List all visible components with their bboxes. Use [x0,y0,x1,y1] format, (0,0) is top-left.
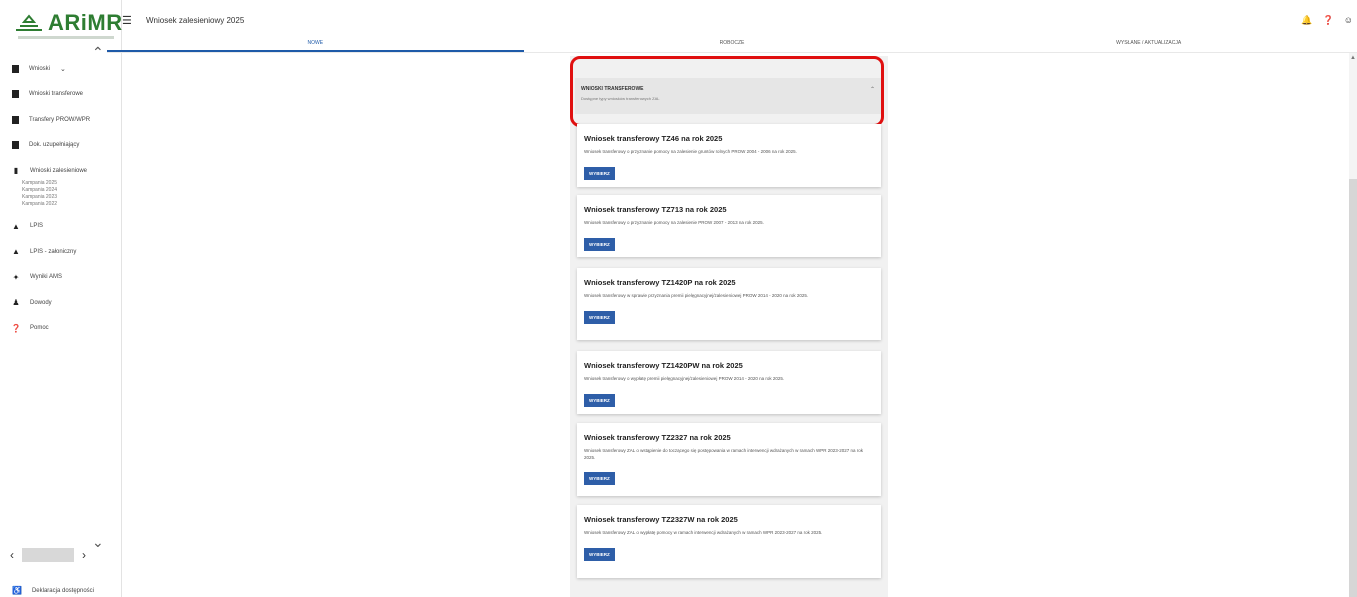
sidebar-item-label: Wnioski [29,65,51,72]
sidebar-item-transfery[interactable]: Transfery PROW/WPR [0,107,122,133]
tree-icon: ▮ [13,166,19,176]
mountain-icon: ▲ [12,247,20,257]
sidebar-item-label: Dok. uzupełniający [29,142,80,149]
sidebar: ARiMR ⌃ Wnioski ⌄ Wnioski transferowe Tr… [0,0,122,597]
menu-icon[interactable]: ☰ [122,14,132,27]
select-button[interactable]: WYBIERZ [584,237,615,251]
accessibility-icon: ♿ [12,586,22,595]
user-icon[interactable]: ☺ [1344,15,1353,26]
chevron-left-icon[interactable]: ‹ [4,548,20,562]
sidebar-item-dowody[interactable]: ♟ Dowody [0,290,122,316]
chevron-down-icon: ⌄ [60,65,66,73]
card-description: Wniosek transferowy o wypłatę premii pie… [584,376,785,381]
vertical-scrollbar[interactable]: ▲ [1349,53,1357,597]
page-title: Wniosek zalesieniowy 2025 [146,16,245,25]
folder-icon [12,64,19,73]
card-description: Wniosek transferowy o przyznanie pomocy … [584,220,764,225]
chevron-up-icon[interactable]: ▲ [1350,55,1356,61]
person-icon: ♟ [12,298,20,308]
sidebar-item-pomoc[interactable]: ❓ Pomoc [0,316,122,342]
card-description: Wniosek transferowy o przyznanie pomocy … [584,149,797,154]
tab-nowe[interactable]: NOWE [107,36,524,52]
select-button[interactable]: WYBIERZ [584,472,615,485]
campaign-list: Kampania 2025 Kampania 2024 Kampania 202… [0,180,122,208]
logo-text: ARiMR [48,10,123,35]
application-card: Wniosek transferowy TZ2327 na rok 2025 W… [577,423,881,496]
help-icon: ❓ [11,323,21,333]
card-description: Wniosek transferowy w sprawie przyznania… [584,293,809,298]
application-card: Wniosek transferowy TZ2327W na rok 2025 … [577,505,881,578]
mountain-icon: ▲ [12,221,20,231]
card-title: Wniosek transferowy TZ46 na rok 2025 [584,134,723,143]
sidebar-item-label: Transfery PROW/WPR [29,116,91,123]
sidebar-item-lpis[interactable]: ▲ LPIS [0,214,122,240]
campaign-item[interactable]: Kampania 2022 [22,201,122,208]
folder-icon [12,141,19,150]
tabs: NOWE ROBOCZE WYSŁANE / AKTUALIZACJA [107,36,1357,52]
sidebar-nav: Wnioski ⌄ Wnioski transferowe Transfery … [0,56,122,341]
folder-icon [12,115,19,124]
footer-label: Deklaracja dostępności [31,587,95,594]
accessibility-declaration-link[interactable]: ♿ Deklaracja dostępności [12,586,94,595]
campaign-item[interactable]: Kampania 2025 [22,180,122,187]
select-button[interactable]: WYBIERZ [584,393,615,407]
select-button[interactable]: WYBIERZ [584,166,615,180]
arimr-logo[interactable]: ARiMR [14,10,122,40]
sidebar-item-wnioski-transferowe[interactable]: Wnioski transferowe [0,82,122,108]
sidebar-item-label: Dowody [30,299,52,306]
card-title: Wniosek transferowy TZ713 na rok 2025 [584,205,727,214]
card-title: Wniosek transferowy TZ1420PW na rok 2025 [584,361,743,370]
sidebar-item-label: Wnioski zalesieniowe [30,167,88,174]
sidebar-item-label: LPIS - załoniczny [30,248,77,255]
sidebar-horizontal-scrollbar[interactable]: ‹ › [4,546,118,564]
select-button[interactable]: WYBIERZ [584,547,615,561]
sidebar-item-wyniki-ams[interactable]: ✦ Wyniki AMS [0,265,122,291]
sidebar-item-lpis-zalaczniki[interactable]: ▲ LPIS - załoniczny [0,239,122,265]
campaign-item[interactable]: Kampania 2023 [22,194,122,201]
highlight-annotation [570,56,884,127]
application-card: Wniosek transferowy TZ1420P na rok 2025 … [577,268,881,340]
satellite-icon: ✦ [12,272,20,282]
folder-icon [12,90,19,99]
select-button[interactable]: WYBIERZ [584,310,615,324]
topbar: ☰ Wniosek zalesieniowy 2025 🔔 ❓ ☺ [122,0,1357,36]
card-title: Wniosek transferowy TZ2327W na rok 2025 [584,515,738,524]
application-card: Wniosek transferowy TZ1420PW na rok 2025… [577,351,881,414]
tabs-divider [107,52,1357,53]
card-description: Wniosek transferowy ZAL o wstąpienie do … [584,448,863,460]
card-title: Wniosek transferowy TZ2327 na rok 2025 [584,433,731,442]
sidebar-item-label: LPIS [30,223,44,230]
logo-subtitle-line [18,36,114,39]
card-title: Wniosek transferowy TZ1420P na rok 2025 [584,278,736,287]
sidebar-item-label: Wyniki AMS [30,274,62,281]
sidebar-item-dok-uzupelniajacy[interactable]: Dok. uzupełniający [0,133,122,159]
scrollbar-thumb[interactable] [22,548,74,562]
tab-wyslane[interactable]: WYSŁANE / AKTUALIZACJA [940,36,1357,52]
sidebar-item-wnioski[interactable]: Wnioski ⌄ [0,56,122,82]
scrollbar-thumb[interactable] [1349,179,1357,597]
logo-icon [16,14,42,31]
help-icon[interactable]: ❓ [1323,15,1334,26]
card-description: Wniosek transferowy ZAL o wypłatę pomocy… [584,530,823,535]
topbar-icons: 🔔 ❓ ☺ [1301,15,1353,26]
sidebar-item-label: Wnioski transferowe [29,91,84,98]
application-card: Wniosek transferowy TZ713 na rok 2025 Wn… [577,195,881,257]
chevron-right-icon[interactable]: › [76,548,92,562]
campaign-item[interactable]: Kampania 2024 [22,187,122,194]
bell-icon[interactable]: 🔔 [1301,15,1312,26]
application-card: Wniosek transferowy TZ46 na rok 2025 Wni… [577,124,881,187]
tab-robocze[interactable]: ROBOCZE [524,36,941,52]
sidebar-item-label: Pomoc [30,325,49,332]
